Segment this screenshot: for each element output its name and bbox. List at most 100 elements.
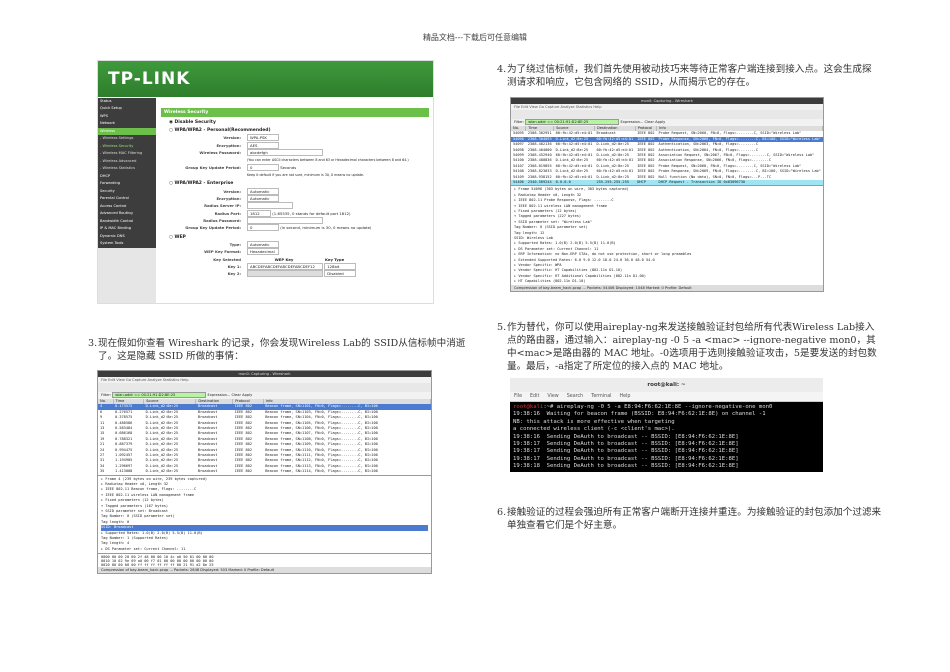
label: Key Selected	[213, 256, 241, 262]
packet-cell: 60:fb:42:d5:e4:01	[555, 142, 593, 147]
label: Key 2:	[227, 271, 241, 277]
section-title: Wireless Security	[161, 108, 429, 117]
filter-input[interactable]: wlan.addr == 00:21:91:D2:8E:25	[525, 119, 620, 125]
hint: (1-65535, 0 stands for default port 1812…	[272, 210, 351, 216]
toolbar	[511, 110, 823, 119]
item-number: 3.	[88, 338, 98, 349]
packet-cell: 2308.402136	[527, 142, 552, 147]
item-number: 6.	[497, 507, 507, 518]
toolbar	[98, 383, 431, 392]
expression-button[interactable]: Expression...	[620, 120, 643, 124]
wpa-personal-option: ○ WPA/WPA2 - Personal(Recommended)	[169, 128, 271, 133]
paragraph-text: 为了绕过信标帧，我们首先使用被动技巧来等待正常客户端连接到接入点。这会生成探测请…	[507, 64, 872, 88]
expression-button[interactable]: Expression...	[207, 393, 230, 397]
sidebar-item: - Wireless Statistics	[98, 165, 156, 173]
clear-button[interactable]: Clear	[232, 393, 241, 397]
label: Radius Password:	[203, 218, 241, 224]
terminal-line: 19:38:17 Sending DeAuth to broadcast -- …	[513, 455, 739, 462]
label: Group Key Update Period:	[185, 225, 241, 231]
packet-cell: 54108	[513, 169, 524, 174]
terminal-line: 19:38:17 Sending DeAuth to broadcast -- …	[513, 441, 739, 448]
sidebar-item: - Wireless MAC Filtering	[98, 150, 156, 158]
filter-bar: Filter: wlan.addr == 00:21:91:D2:8E:25 E…	[511, 119, 823, 126]
terminal-output: root@kali:~# aireplay-ng -0 5 -a E8:94:F…	[510, 402, 823, 472]
filter-label: Filter:	[514, 120, 525, 124]
packet-list: No. Time Source Destination Protocol Info 5409…	[511, 126, 823, 186]
seconds-label: Seconds	[280, 164, 297, 170]
tplink-screenshot: TP-LINK Status Quick Setup WPS Network Wirel…	[97, 60, 434, 304]
sidebar-item: - Wireless Advanced	[98, 157, 156, 166]
status-bar: Compression of bay-beam_hack.pcap ... Pa…	[98, 567, 431, 573]
terminal-line: 19:38:16 Sending DeAuth to broadcast -- …	[513, 433, 739, 440]
label: Type:	[229, 241, 241, 247]
key2-field	[247, 270, 323, 278]
ent-version-select: Automatic	[247, 187, 279, 195]
menu-search: Search	[566, 394, 584, 399]
packet-cell: 54406	[511, 180, 526, 186]
label: Key 1:	[227, 264, 241, 270]
filter-input[interactable]: wlan.addr == 00:21:91:D2:8E:25	[112, 392, 207, 398]
label: WEP Key Format:	[204, 249, 241, 255]
menu-file: File	[514, 394, 523, 399]
sidebar-item: Wireless	[98, 127, 156, 136]
label: WPA/WPA2 - Personal(Recommended)	[174, 128, 271, 133]
item-number: 5.	[497, 322, 507, 333]
menu-help: Help	[619, 394, 631, 399]
wireshark-screenshot-2: mon0: Capturing - Wireshark File Edit Vie…	[510, 97, 824, 292]
clear-button[interactable]: Clear	[645, 120, 654, 124]
label: WPA/WPA2 - Enterprise	[174, 181, 234, 187]
label: Wireless Password:	[199, 149, 241, 155]
menu-terminal: Terminal	[591, 394, 612, 399]
packet-cell: IEEE 802	[637, 142, 655, 147]
item-number: 4.	[497, 64, 507, 75]
ent-encryption-select: Automatic	[247, 194, 279, 202]
key1-field: ABCDEFABCDEFABCDEFABCDEF12	[247, 263, 323, 271]
apply-button[interactable]: Apply	[655, 120, 665, 124]
packet-row[interactable]: 54108 2308.823033 D-Link_d2:8e:25 60:fb:42:…	[511, 169, 823, 174]
status-bar: Compression of bay-beam_hack.pcap ... Pa…	[511, 285, 823, 291]
label: Version:	[223, 135, 241, 141]
packet-cell: 2308.823033	[527, 169, 552, 174]
command: :~# aireplay-ng -0 5 -a E8:94:F6:62:1E:8…	[543, 404, 773, 410]
hex-line: 0010 10 02 9e 09 a0 00 f0 01 00 00 00 00…	[514, 292, 820, 293]
label: WEP Key	[274, 256, 294, 262]
wep-option: ○ WEP	[169, 234, 186, 240]
paragraph-4: 4. 为了绕过信标帧，我们首先使用被动技巧来等待正常客户端连接到接入点。这会生成…	[497, 63, 877, 89]
sidebar-item: Access Control	[98, 202, 156, 211]
sidebar-item: Network	[98, 120, 156, 128]
terminal-screenshot: root@kali: ~ File Edit View Search Terminal H…	[510, 378, 823, 472]
sidebar-item: Forwarding	[98, 180, 156, 188]
label: Group Key Update Period:	[185, 164, 241, 170]
encryption-select: AES	[247, 141, 279, 149]
packet-details: ▸ Frame 54096 (303 bytes on wire, 303 by…	[511, 185, 823, 286]
terminal-line: 19:38:16 Waiting for beacon frame (BSSID…	[513, 411, 766, 418]
tplink-logo: TP-LINK	[98, 61, 433, 97]
radius-port-field: 1812	[247, 209, 271, 217]
gkup-hint: Keep it default if you are not sure, min…	[247, 172, 365, 177]
prompt: root@kali	[513, 404, 544, 410]
label: WEP	[174, 234, 186, 240]
terminal-line: NB: this attack is more effective when t…	[513, 418, 675, 425]
sidebar-item: Quick Setup	[98, 105, 156, 113]
label: Version:	[223, 188, 241, 194]
terminal-line: a connected wireless client (-c <client'…	[513, 426, 675, 433]
filter-bar: Filter: wlan.addr == 00:21:91:D2:8E:25 E…	[98, 392, 431, 399]
packet-cell: Probe Response, SN=2069, FN=0, Flags=...…	[658, 169, 821, 174]
apply-button[interactable]: Apply	[242, 393, 252, 397]
page-header: 精品文档---下载后可任意编辑	[422, 33, 528, 42]
sidebar-item: - Wireless Settings	[98, 135, 156, 143]
document-page: 精品文档---下载后可任意编辑 TP-LINK Status Quick Setu…	[0, 0, 950, 672]
gkup-field: 0	[247, 163, 279, 171]
disable-security-option: ◉ Disable Security	[169, 120, 216, 125]
wpa-enterprise-option: ○ WPA/WPA2 - Enterprise	[169, 181, 234, 187]
packet-details: ▸ Frame 4 (239 bytes on wire, 239 bytes …	[98, 474, 431, 554]
packet-list: No. Time Source Destination Protocol Info 4 0.1…	[98, 399, 431, 475]
password-field: abcdefgh	[247, 148, 323, 156]
tplink-form: Wireless Security ◉ Disable Security ○ W…	[161, 108, 429, 278]
tplink-sidebar: Status Quick Setup WPS Network Wireless - Wir…	[98, 98, 156, 303]
detail-line: ▸ HT Capabilities (802.11n D1.10)	[514, 279, 586, 284]
sidebar-item: Security	[98, 187, 156, 196]
key1-type: 128bit	[324, 263, 357, 271]
label: Key Type	[325, 256, 345, 262]
packet-cell: 2340.569244	[525, 180, 554, 186]
